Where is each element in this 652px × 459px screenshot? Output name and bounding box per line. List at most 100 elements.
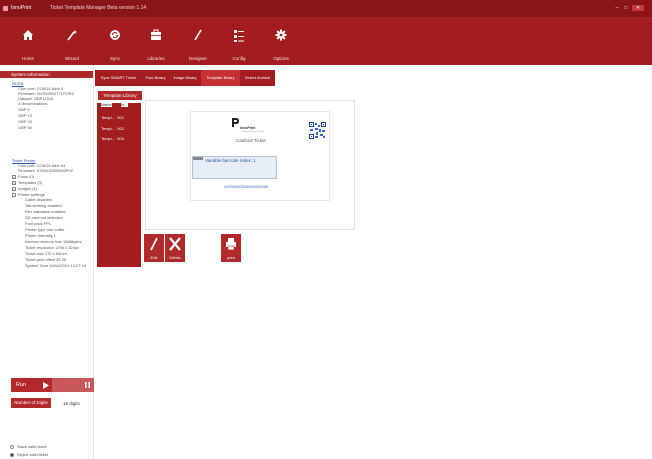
print-button[interactable]: print (221, 234, 241, 262)
template-index: 001 (117, 115, 124, 120)
template-row[interactable]: Templ... 002 (101, 126, 124, 131)
config-icon (234, 30, 244, 42)
stop-icon (85, 382, 90, 388)
tab-image-library[interactable]: Image library (169, 70, 201, 86)
tree-label: Templates (3) (18, 180, 43, 185)
toolbar-options-button[interactable]: Options (261, 17, 301, 65)
wand-icon (67, 30, 77, 41)
tree-label: Fonts (0) (18, 174, 35, 179)
toolbar-label: Libraries (147, 56, 165, 61)
printer-line: Firmware: 5750010000000P02 (18, 168, 73, 173)
main-toolbar: Home Wizard Sync Libraries Designer Conf… (0, 17, 652, 65)
maximize-icon[interactable]: □ (622, 5, 630, 11)
radio-label: Reject valid ticket (17, 452, 49, 457)
toolbar-config-button[interactable]: Config (219, 17, 259, 65)
tab-font-library[interactable]: Font library (142, 70, 169, 86)
setting-line: Ticket size 170 x 65mm (25, 251, 67, 256)
play-icon (43, 381, 49, 389)
template-index: 003 (117, 136, 124, 141)
barcode-label: Variable barcode index: 1 (205, 158, 256, 163)
delete-label: Delete (169, 255, 181, 260)
radio-reject-valid[interactable]: Reject valid ticket (10, 452, 48, 457)
title-bar: InnoPrint Ticket Template Manager Beta v… (0, 0, 652, 17)
brand-tagline: Intelligent Ticket Printing (242, 131, 264, 133)
toolbar-label: Sync (109, 56, 120, 61)
setting-line: Cutter disabled (25, 197, 52, 202)
tab-template-library[interactable]: Template library (201, 70, 240, 86)
briefcase-icon (151, 29, 161, 40)
radio-off-icon[interactable] (10, 444, 14, 449)
delete-button[interactable]: Delete (165, 234, 185, 262)
toolbar-sync-button[interactable]: Sync (95, 17, 135, 65)
template-name: Templ... (101, 115, 116, 120)
toolbar-home-button[interactable]: Home (8, 17, 48, 65)
ncds-line: GBP 5 (18, 107, 30, 112)
setting-line: Font pack FP1 (25, 221, 52, 226)
expand-icon[interactable]: + (12, 174, 16, 179)
run-label: Run (16, 382, 27, 388)
radio-label: Stack valid ticket (17, 444, 47, 449)
template-row[interactable]: Templ... 001 (101, 115, 124, 120)
window-title: Ticket Template Manager Beta version 1.1… (50, 5, 147, 11)
collapse-icon[interactable]: − (12, 192, 16, 197)
setting-line: Printer intensity 1 (25, 233, 56, 238)
app-logo-icon (3, 6, 8, 11)
expand-icon[interactable]: + (12, 186, 16, 191)
sync-icon (110, 30, 120, 40)
run-button[interactable]: Run (11, 378, 52, 392)
setting-line: Printer type non cutter (25, 227, 65, 232)
setting-line: Tab sensing enabled (25, 203, 62, 208)
edit-label: Edit (150, 255, 158, 260)
radio-on-icon[interactable] (10, 452, 14, 457)
stop-button[interactable] (52, 378, 94, 392)
toolbar-label: Designer (188, 56, 207, 61)
setting-line: Rev validation enabled (25, 209, 66, 214)
minimize-icon[interactable]: – (613, 5, 621, 11)
toolbar-label: Config (232, 56, 246, 61)
template-index: 002 (117, 126, 124, 131)
home-icon (23, 30, 33, 40)
template-name: Templ... (101, 136, 116, 141)
column-header-name[interactable]: Name (101, 102, 112, 107)
close-icon (169, 237, 181, 251)
toolbar-wizard-button[interactable]: Wizard (52, 17, 92, 65)
tree-fonts[interactable]: + Fonts (0) (12, 174, 34, 179)
edit-button[interactable]: Edit (144, 234, 164, 262)
toolbar-label: Home (21, 56, 34, 61)
setting-line: Ticket peel offset 30.25 (25, 257, 67, 262)
barcode-tag-icon (193, 157, 203, 160)
expand-icon[interactable]: + (12, 180, 16, 185)
tab-sync-smart-ticket[interactable]: Sync SMART Ticket (95, 70, 142, 86)
setting-line: SD card not detected (25, 215, 63, 220)
setting-line: System Time 24/04/2014 13:27:19 (25, 263, 86, 268)
ncds-line: GBP 10 (18, 113, 32, 118)
gear-icon (275, 29, 287, 41)
system-info-header: System Information (0, 71, 93, 78)
setting-line: Internal memory free 1556bytes (25, 239, 82, 244)
digits-value: 18 digits (63, 401, 80, 406)
template-library-button[interactable]: Template Library (98, 91, 142, 100)
tree-images[interactable]: + Images (1) (12, 186, 37, 191)
tree-templates[interactable]: + Templates (3) (12, 180, 42, 185)
template-name: Templ... (101, 126, 116, 131)
pen-icon (150, 237, 158, 251)
ncds-line: 4 denominations (18, 101, 48, 106)
setting-line: Ticket resolution 1296 x 324px (25, 245, 80, 250)
tab-select-archive[interactable]: Select Archive (240, 70, 275, 86)
toolbar-designer-button[interactable]: Designer (178, 17, 218, 65)
tree-label: Images (1) (18, 186, 38, 191)
app-name: InnoPrint (11, 5, 32, 11)
toolbar-libraries-button[interactable]: Libraries (136, 17, 176, 65)
toolbar-label: Wizard (64, 56, 79, 61)
brand-logo-icon (232, 118, 239, 127)
print-label: print (227, 255, 235, 260)
template-row[interactable]: Templ... 003 (101, 136, 124, 141)
close-window-icon[interactable]: ✕ (632, 5, 644, 11)
column-header-index[interactable]: In... (121, 102, 128, 107)
ncds-line: GBP 50 (18, 125, 32, 130)
radio-stack-valid[interactable]: Stack valid ticket (10, 444, 47, 449)
toolbar-label: Options (273, 56, 289, 61)
number-of-digits-button[interactable]: Number of Digits (11, 398, 51, 408)
ncds-line: GBP 20 (18, 119, 32, 124)
qr-code-icon (309, 122, 326, 139)
